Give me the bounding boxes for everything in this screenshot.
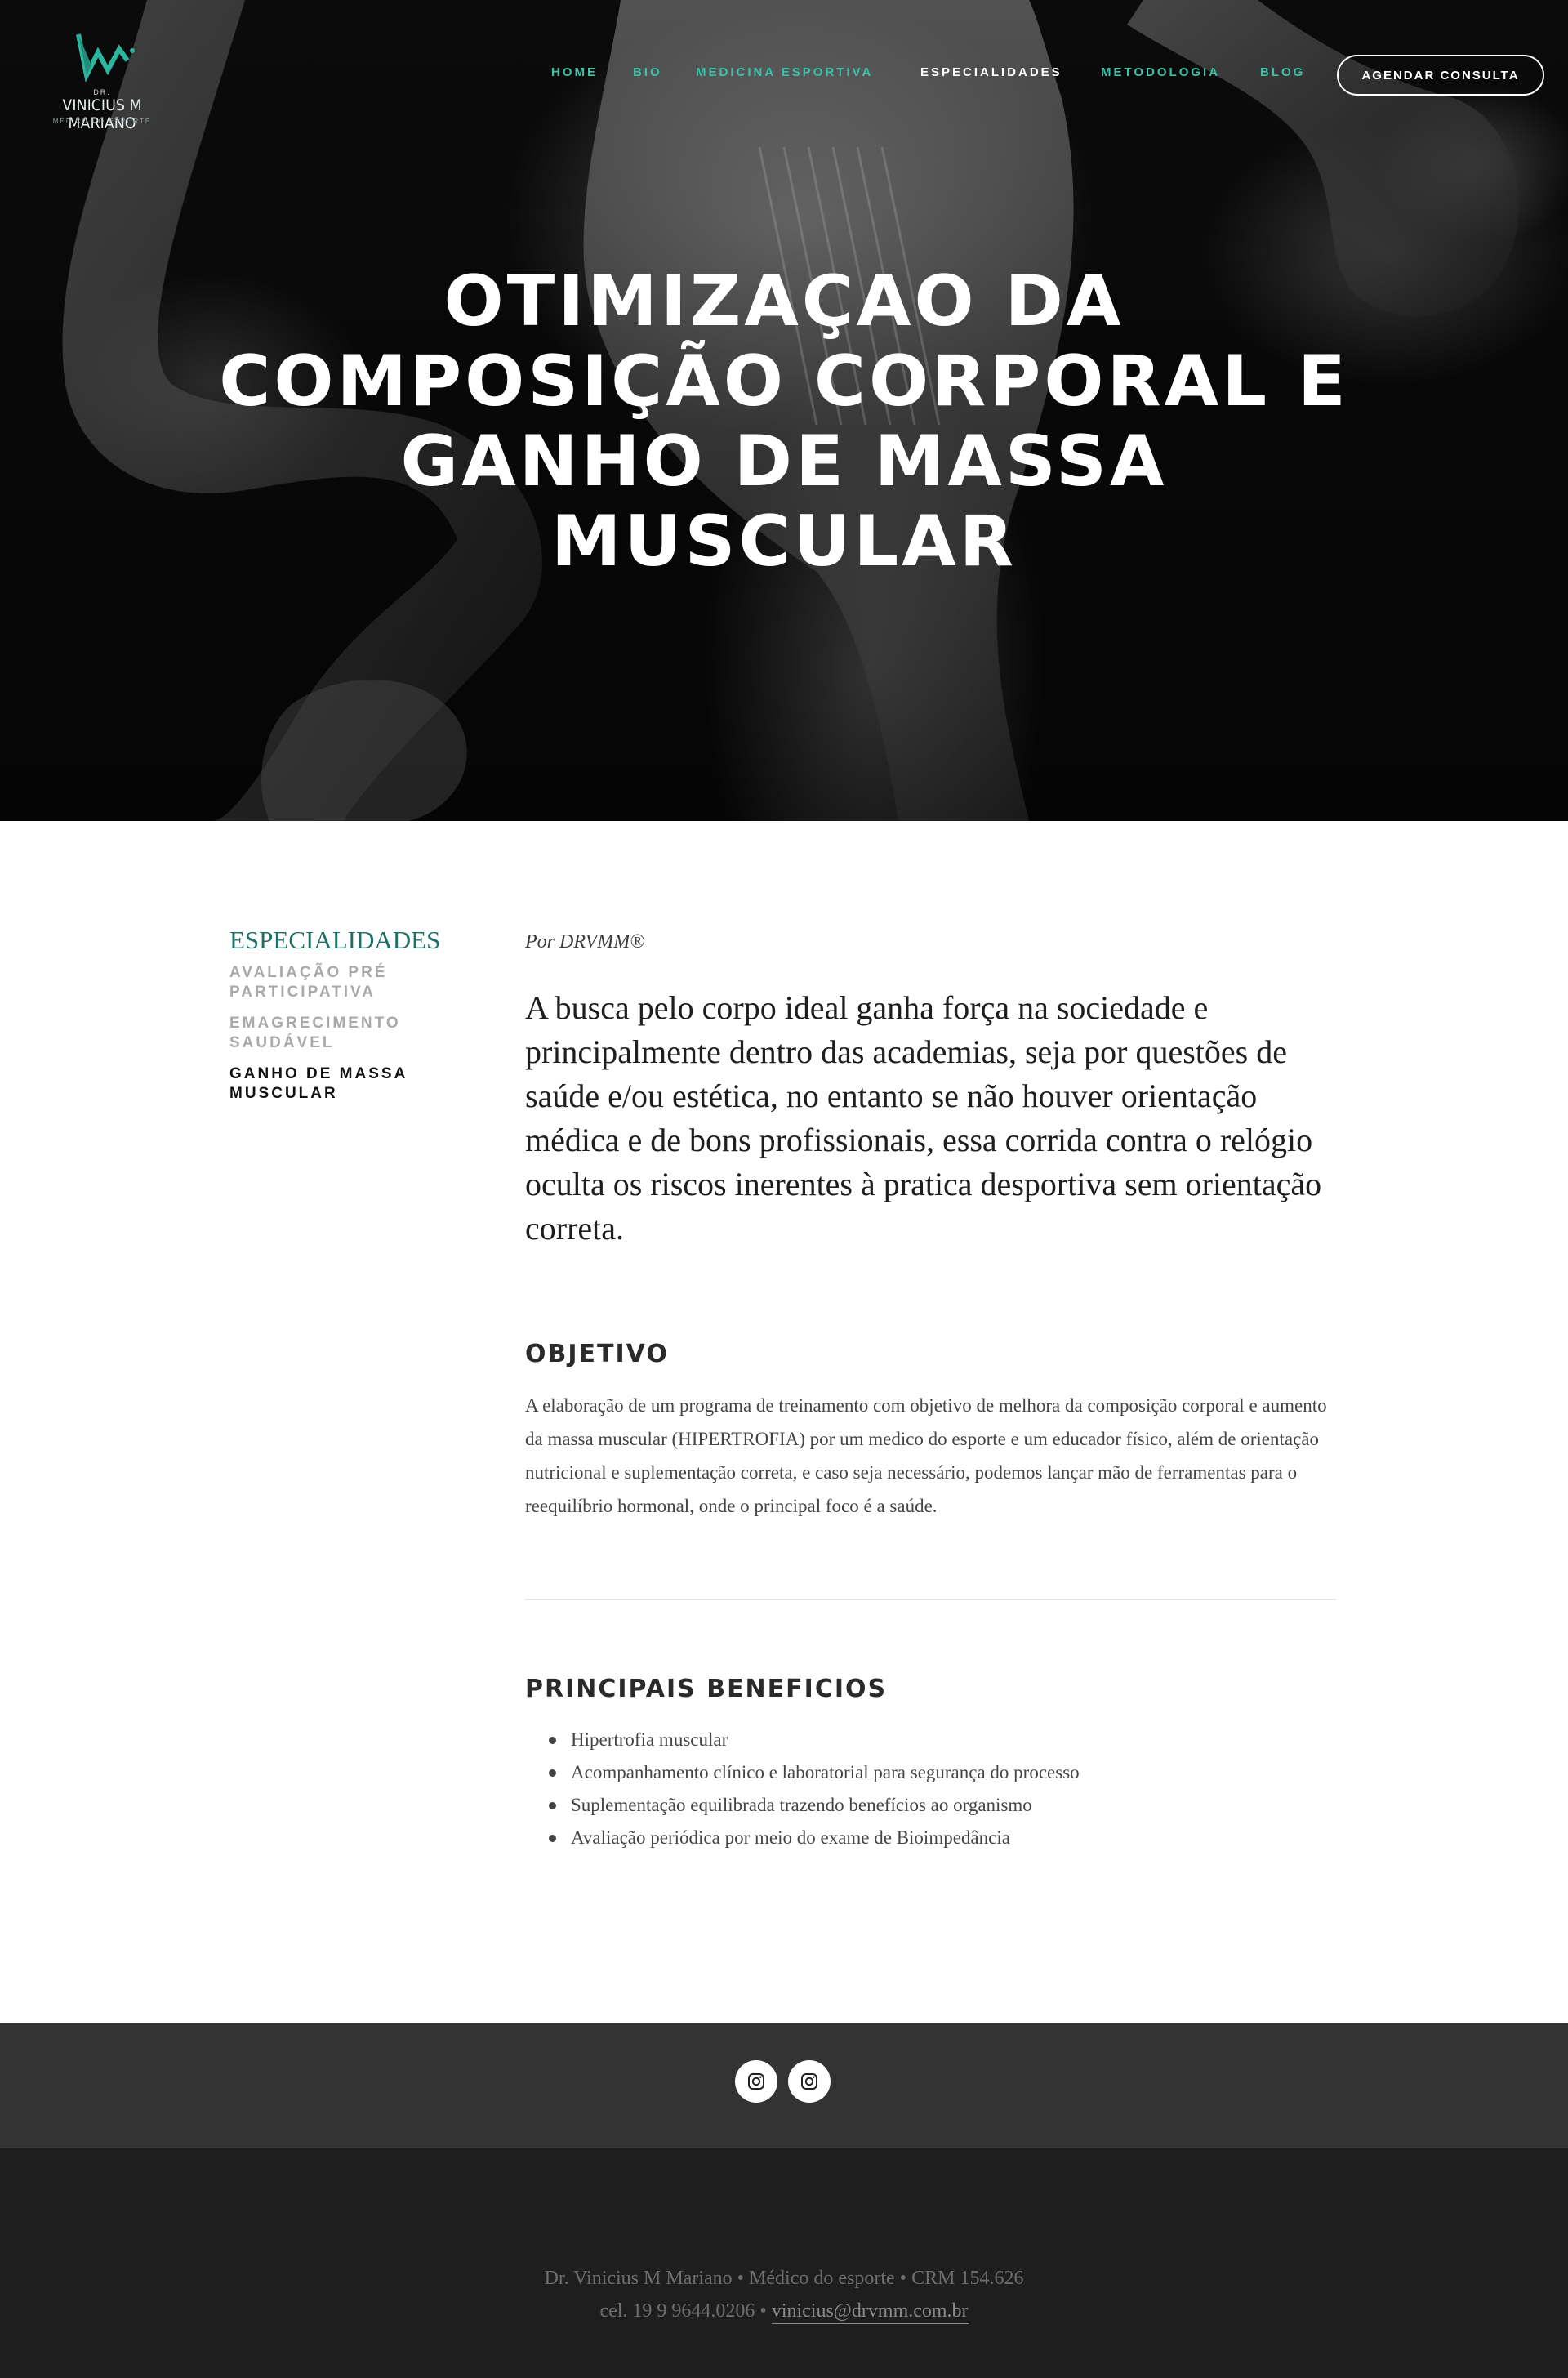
page-title: OTIMIZAÇAO DA COMPOSIÇÃO CORPORAL E GANH… [219, 261, 1349, 582]
sidebar-item-ganho-de-massa[interactable]: GANHO DE MASSA MUSCULAR [229, 1064, 450, 1104]
benefit-text: Hipertrofia muscular [571, 1729, 728, 1750]
footer-email-link[interactable]: vinicius@drvmm.com.br [771, 2300, 969, 2324]
nav-medicina-esportiva[interactable]: MEDICINA ESPORTIVA [696, 65, 873, 79]
site-footer: Dr. Vinicius M Mariano • Médico do espor… [0, 2148, 1568, 2378]
objective-heading: OBJETIVO [525, 1340, 669, 1368]
objective-text: A elaboração de um programa de treinamen… [525, 1395, 1327, 1516]
list-item: Acompanhamento clínico e laboratorial pa… [525, 1756, 1080, 1789]
list-item: Suplementação equilibrada trazendo benef… [525, 1789, 1080, 1822]
bullet-icon [549, 1802, 556, 1809]
logo-prefix: DR. [93, 88, 111, 96]
benefit-text: Suplementação equilibrada trazendo benef… [571, 1795, 1032, 1815]
article-lead: A busca pelo corpo ideal ganha força na … [525, 989, 1322, 1247]
bullet-icon [549, 1737, 556, 1744]
nav-metodologia[interactable]: METODOLOGIA [1101, 65, 1220, 79]
nav-home[interactable]: HOME [551, 65, 598, 79]
benefit-text: Acompanhamento clínico e laboratorial pa… [571, 1762, 1080, 1782]
bullet-icon [549, 1835, 556, 1842]
sidebar-item-avaliacao[interactable]: AVALIAÇÃO PRÉ PARTICIPATIVA [229, 963, 450, 1002]
logo-tagline: MÉDICO DO ESPORTE [52, 118, 152, 125]
list-item: Hipertrofia muscular [525, 1724, 1080, 1756]
specialties-sidebar: ESPECIALIDADES AVALIAÇÃO PRÉ PARTICIPATI… [229, 926, 450, 1115]
sidebar-title: ESPECIALIDADES [229, 926, 441, 954]
instagram-link-1[interactable] [735, 2060, 777, 2103]
social-links-band [0, 2023, 1568, 2148]
benefits-heading: PRINCIPAIS BENEFICIOS [525, 1675, 888, 1703]
footer-credentials: Dr. Vinicius M Mariano • Médico do espor… [544, 2268, 1024, 2289]
instagram-icon [748, 2073, 764, 2090]
article-byline: Por DRVMM® [525, 931, 645, 953]
instagram-link-2[interactable] [788, 2060, 831, 2103]
instagram-icon [801, 2073, 817, 2090]
footer-contact: cel. 19 9 9644.0206 • vinicius@drvmm.com… [0, 2300, 1568, 2324]
article-content: Por DRVMM® A busca pelo corpo ideal ganh… [525, 931, 1336, 1848]
list-item: Avaliação periódica por meio do exame de… [525, 1822, 1080, 1854]
bullet-icon [549, 1769, 556, 1777]
nav-especialidades[interactable]: ESPECIALIDADES [920, 65, 1062, 79]
agendar-consulta-button[interactable]: AGENDAR CONSULTA [1337, 55, 1544, 96]
logo-name: VINICIUS M MARIANO [62, 96, 142, 132]
footer-phone: cel. 19 9 9644.0206 • [599, 2300, 772, 2322]
sidebar-item-emagrecimento[interactable]: EMAGRECIMENTO SAUDÁVEL [229, 1014, 450, 1053]
site-logo[interactable]: DR. VINICIUS M MARIANO MÉDICO DO ESPORTE [24, 28, 180, 134]
benefits-list: Hipertrofia muscular Acompanhamento clín… [525, 1724, 1080, 1854]
nav-blog[interactable]: BLOG [1260, 65, 1305, 79]
benefit-text: Avaliação periódica por meio do exame de… [571, 1827, 1010, 1848]
hero-section: DR. VINICIUS M MARIANO MÉDICO DO ESPORTE… [0, 0, 1568, 821]
section-divider [525, 1599, 1336, 1600]
logo-mark-icon [76, 33, 135, 82]
nav-bio[interactable]: BIO [633, 65, 662, 79]
